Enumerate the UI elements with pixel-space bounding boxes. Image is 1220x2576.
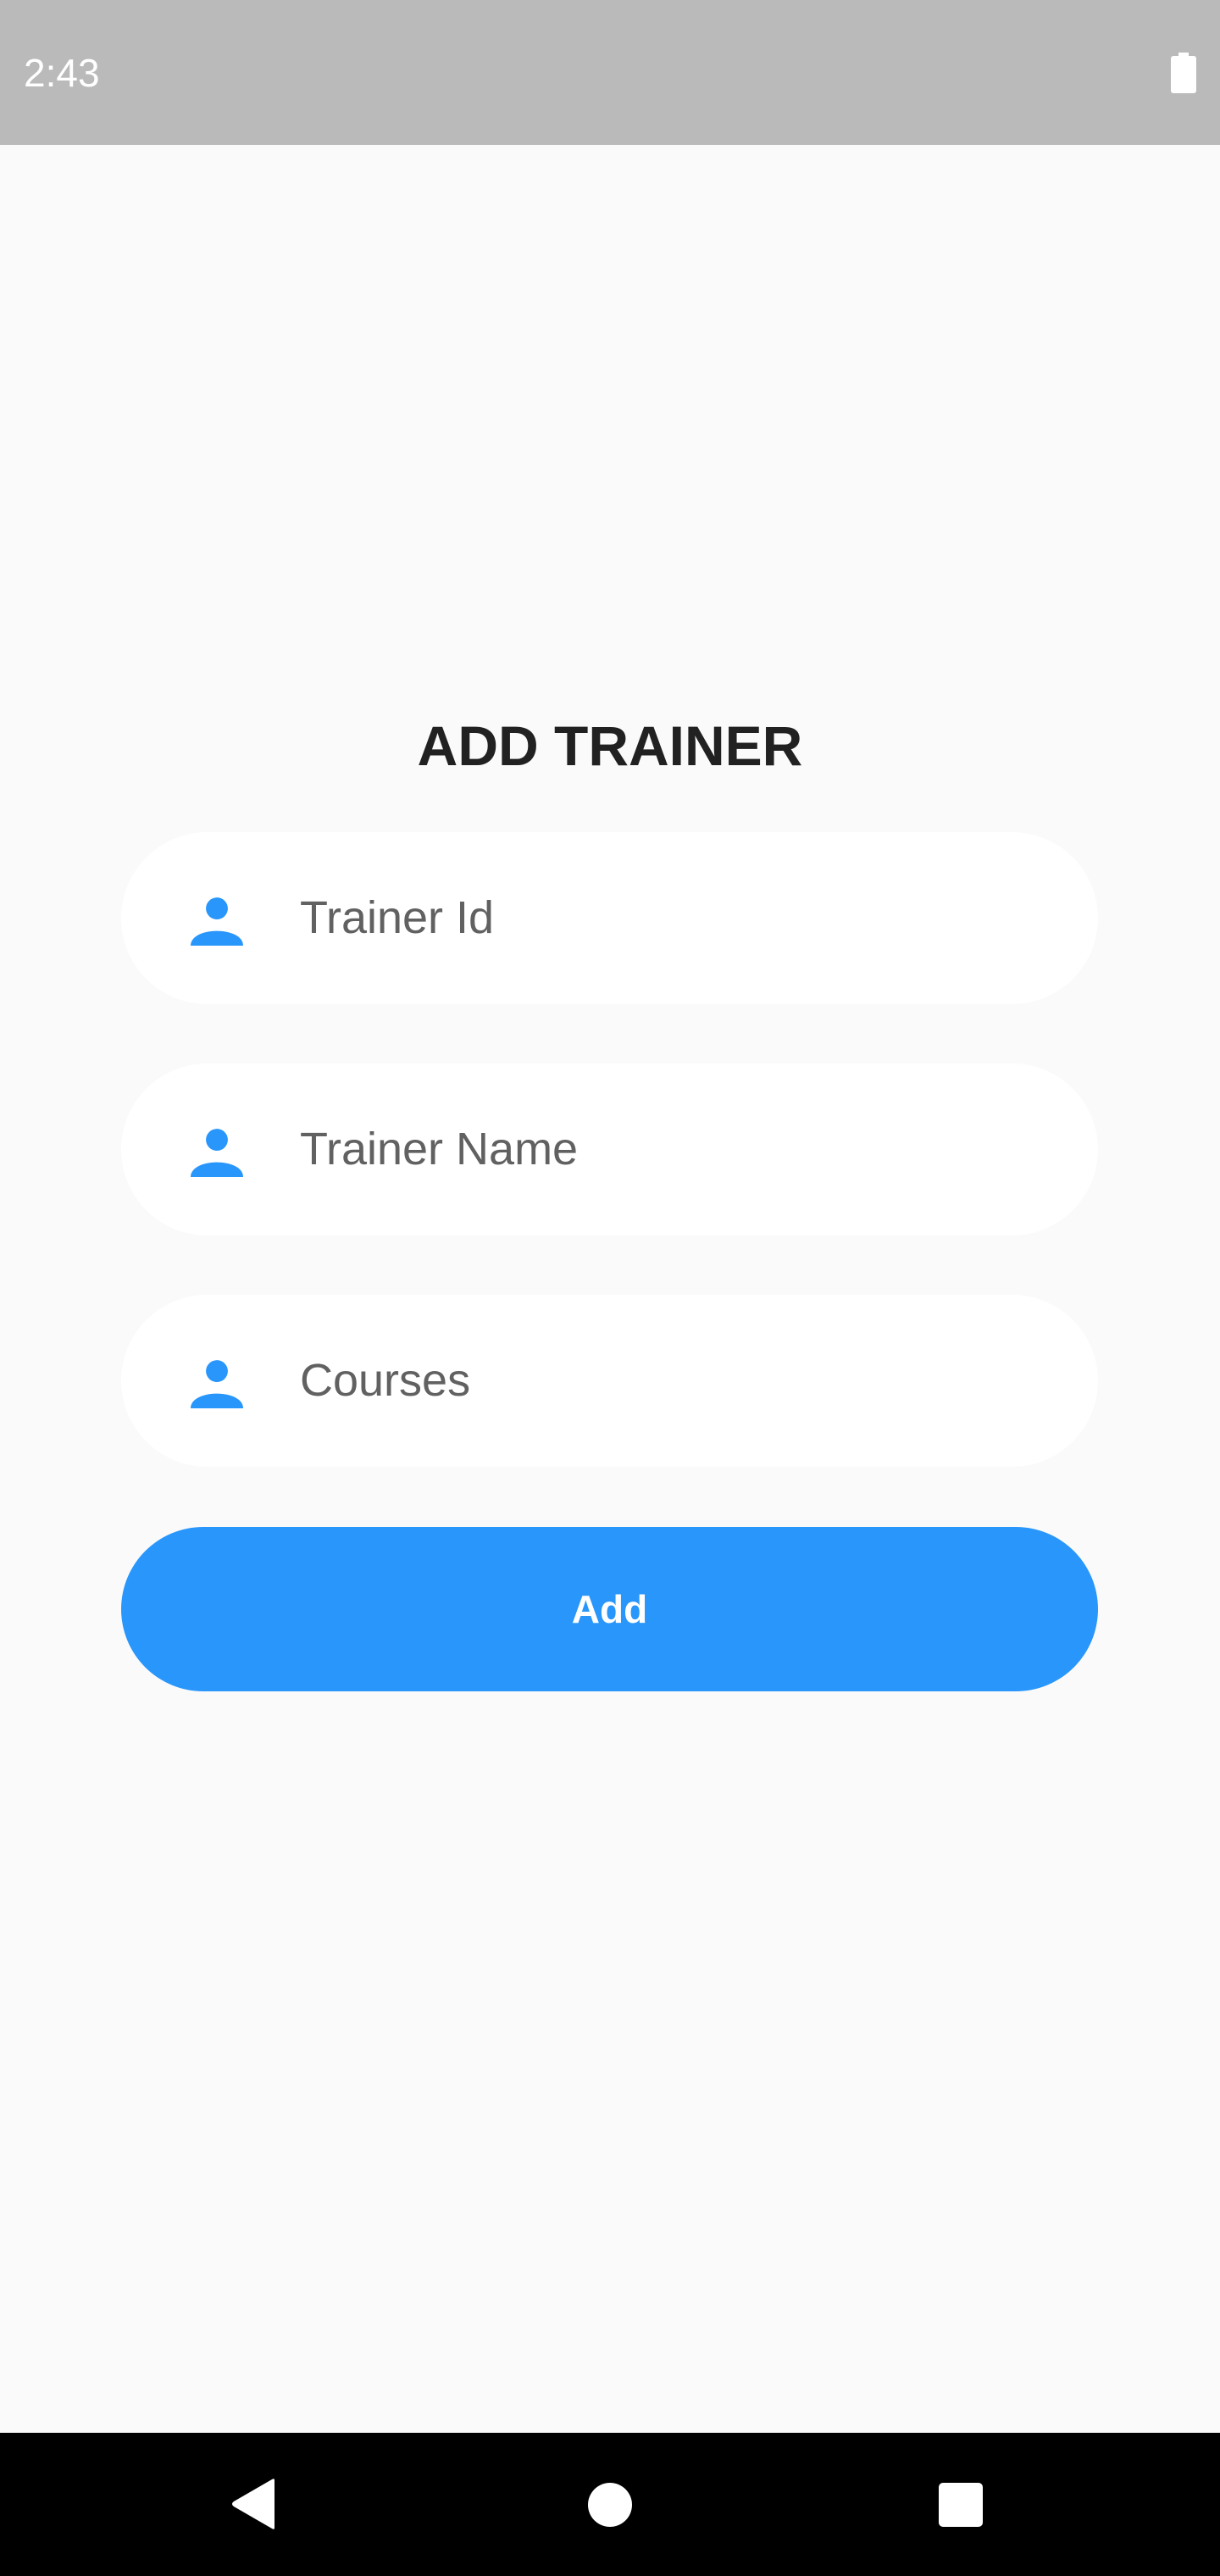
page-title: ADD TRAINER (417, 714, 803, 777)
status-bar: 2:43 (0, 0, 1220, 145)
back-triangle-icon[interactable] (230, 2478, 278, 2530)
trainer-id-placeholder: Trainer Id (300, 892, 495, 943)
trainer-id-field[interactable]: Trainer Id (121, 832, 1098, 1004)
navigation-bar (0, 2433, 1220, 2576)
person-icon (191, 1360, 243, 1408)
home-circle-icon[interactable] (588, 2483, 632, 2527)
person-icon (191, 1129, 243, 1177)
status-time: 2:43 (24, 51, 100, 95)
trainer-name-field[interactable]: Trainer Name (121, 1063, 1098, 1235)
trainer-name-placeholder: Trainer Name (300, 1124, 579, 1174)
person-icon (191, 897, 243, 946)
add-button[interactable]: Add (121, 1527, 1098, 1691)
courses-placeholder: Courses (300, 1355, 471, 1406)
battery-full-icon (1171, 53, 1196, 93)
courses-field[interactable]: Courses (121, 1295, 1098, 1467)
recents-square-icon[interactable] (939, 2483, 983, 2527)
